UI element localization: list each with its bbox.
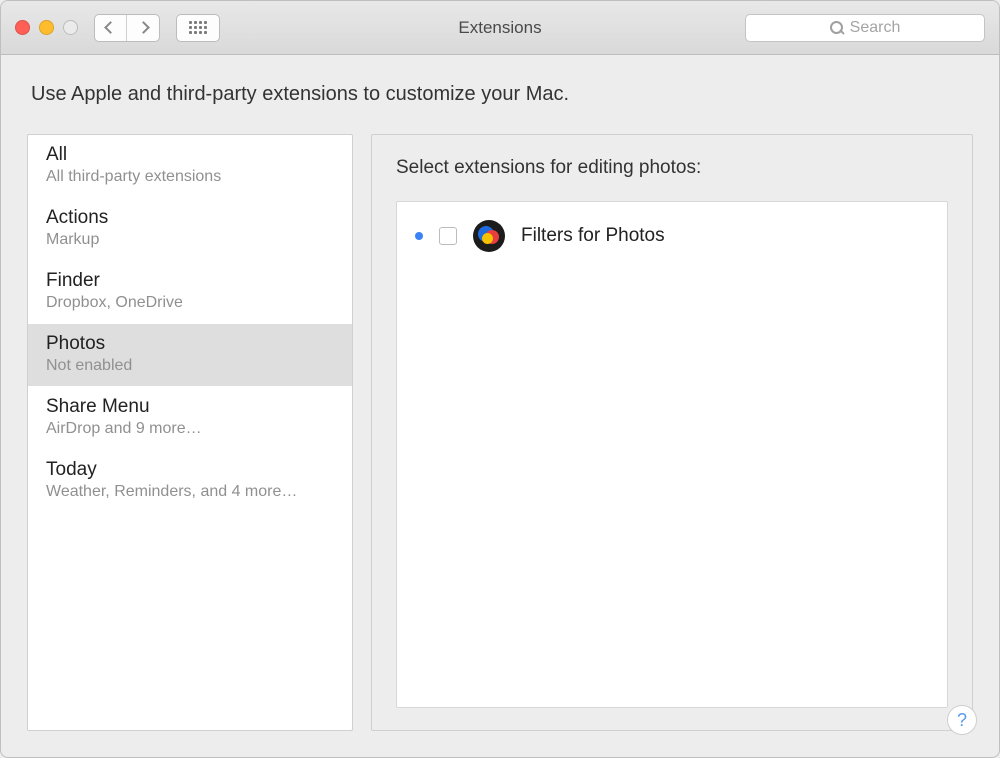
sidebar-item-subtitle: Markup xyxy=(46,231,334,249)
new-indicator-icon xyxy=(415,232,423,240)
detail-pane: Select extensions for editing photos: Fi… xyxy=(371,134,973,731)
extensions-list: Filters for Photos xyxy=(396,201,948,708)
extension-app-icon xyxy=(473,220,505,252)
sidebar-item-title: Finder xyxy=(46,270,334,292)
sidebar-item-finder[interactable]: Finder Dropbox, OneDrive xyxy=(28,261,352,324)
sidebar-item-subtitle: Not enabled xyxy=(46,357,334,375)
sidebar-item-share-menu[interactable]: Share Menu AirDrop and 9 more… xyxy=(28,387,352,450)
window-title: Extensions xyxy=(458,18,541,38)
sidebar-item-actions[interactable]: Actions Markup xyxy=(28,198,352,261)
back-button[interactable] xyxy=(95,15,127,41)
extension-row: Filters for Photos xyxy=(415,220,929,252)
chevron-left-icon xyxy=(104,21,117,34)
search-icon xyxy=(830,21,844,35)
sidebar-item-subtitle: Weather, Reminders, and 4 more… xyxy=(46,483,334,501)
extension-name: Filters for Photos xyxy=(521,225,665,247)
detail-heading: Select extensions for editing photos: xyxy=(396,157,948,179)
sidebar-item-today[interactable]: Today Weather, Reminders, and 4 more… xyxy=(28,450,352,513)
close-window-button[interactable] xyxy=(15,20,30,35)
forward-button[interactable] xyxy=(127,15,159,41)
page-description: Use Apple and third-party extensions to … xyxy=(1,55,999,116)
preferences-window: Extensions Search Use Apple and third-pa… xyxy=(0,0,1000,758)
sidebar-item-photos[interactable]: Photos Not enabled xyxy=(28,324,352,387)
nav-group xyxy=(94,14,160,42)
zoom-window-button[interactable] xyxy=(63,20,78,35)
chevron-right-icon xyxy=(137,21,150,34)
search-placeholder: Search xyxy=(850,19,901,37)
help-icon: ? xyxy=(957,710,967,731)
sidebar-item-title: Actions xyxy=(46,207,334,229)
minimize-window-button[interactable] xyxy=(39,20,54,35)
show-all-button[interactable] xyxy=(176,14,220,42)
help-button[interactable]: ? xyxy=(947,705,977,735)
sidebar-item-title: Today xyxy=(46,459,334,481)
sidebar-item-all[interactable]: All All third-party extensions xyxy=(28,135,352,198)
sidebar-item-title: All xyxy=(46,144,334,166)
toolbar: Extensions Search xyxy=(1,1,999,55)
sidebar-item-title: Photos xyxy=(46,333,334,355)
extension-enable-checkbox[interactable] xyxy=(439,227,457,245)
body: Use Apple and third-party extensions to … xyxy=(1,55,999,757)
search-input[interactable]: Search xyxy=(745,14,985,42)
category-sidebar: All All third-party extensions Actions M… xyxy=(27,134,353,731)
sidebar-item-subtitle: All third-party extensions xyxy=(46,168,334,186)
sidebar-item-subtitle: Dropbox, OneDrive xyxy=(46,294,334,312)
window-controls xyxy=(15,20,78,35)
sidebar-item-title: Share Menu xyxy=(46,396,334,418)
grid-icon xyxy=(189,21,207,35)
split-pane: All All third-party extensions Actions M… xyxy=(1,116,999,757)
sidebar-item-subtitle: AirDrop and 9 more… xyxy=(46,420,334,438)
